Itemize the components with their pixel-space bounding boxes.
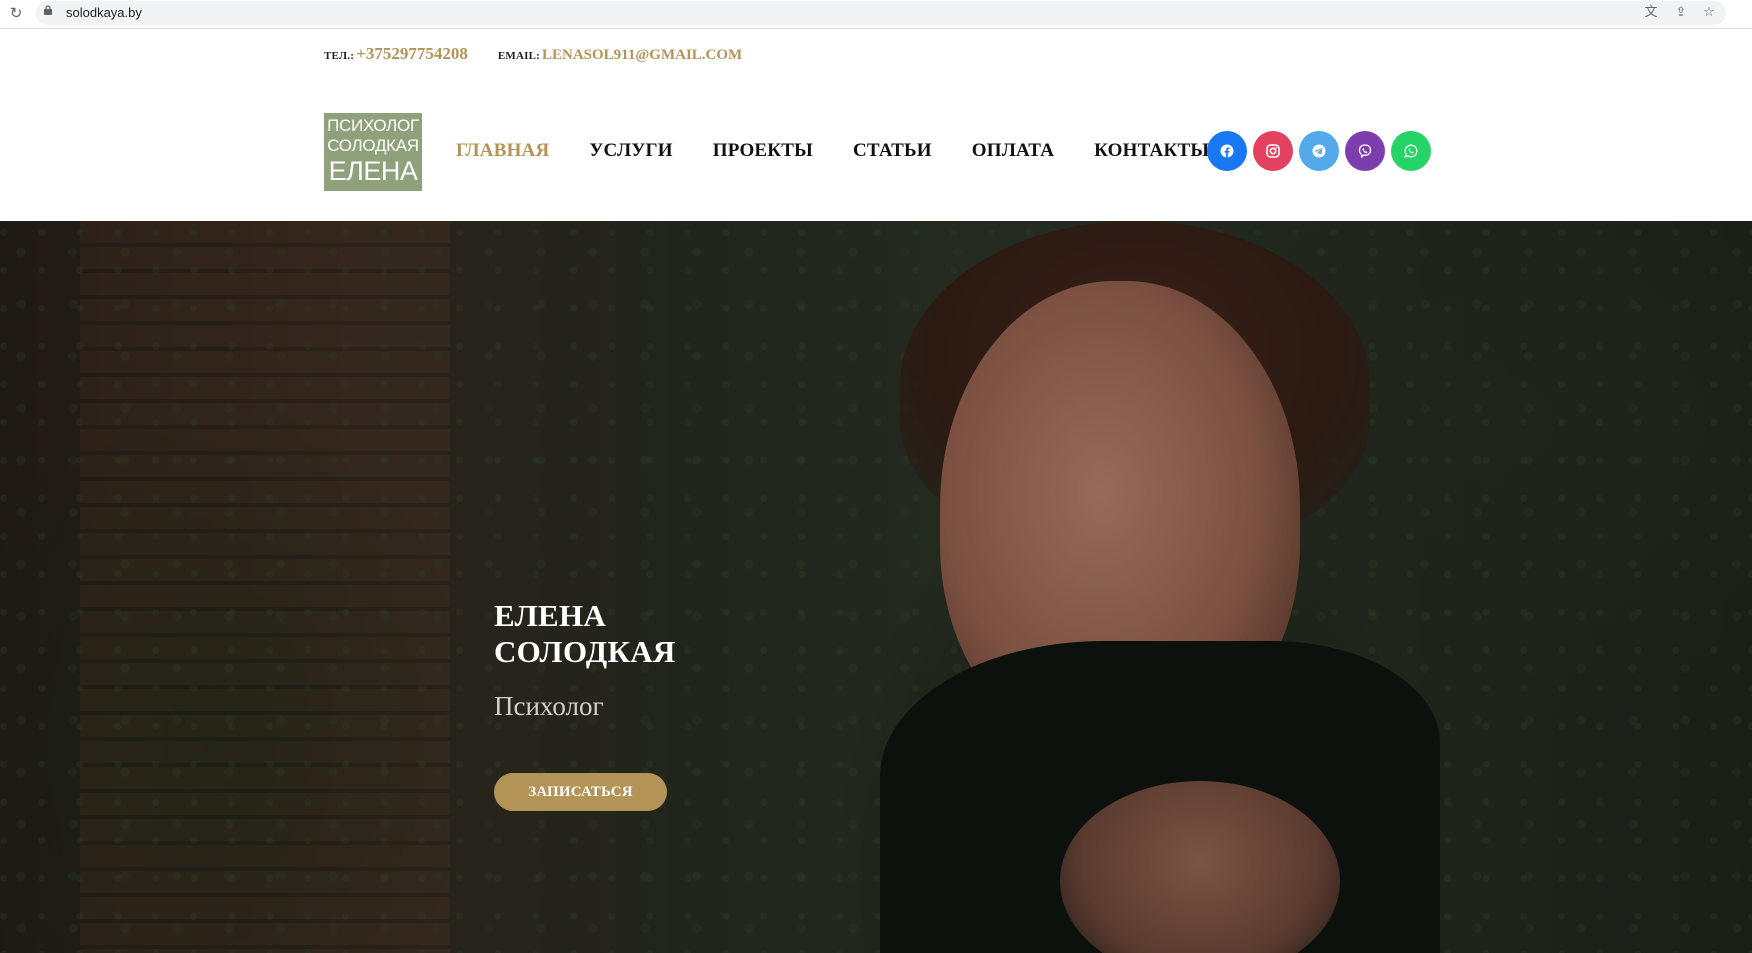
telegram-button[interactable] bbox=[1299, 131, 1339, 171]
main-nav: ГЛАВНАЯ УСЛУГИ ПРОЕКТЫ СТАТЬИ ОПЛАТА КОН… bbox=[456, 140, 1249, 162]
nav-item-articles[interactable]: СТАТЬИ bbox=[853, 140, 932, 162]
email-label: EMAIL: bbox=[497, 50, 540, 62]
logo-line-3: ЕЛЕНА bbox=[328, 156, 418, 186]
logo-line-2: СОЛОДКАЯ bbox=[327, 136, 419, 155]
viber-icon bbox=[1358, 144, 1372, 158]
share-icon[interactable]: ⇪ bbox=[1672, 4, 1690, 22]
nav-item-home[interactable]: ГЛАВНАЯ bbox=[456, 140, 549, 162]
telegram-icon bbox=[1312, 144, 1326, 158]
hero-title: ЕЛЕНА СОЛОДКАЯ bbox=[494, 598, 794, 670]
hero-title-line-1: ЕЛЕНА bbox=[494, 598, 607, 633]
phone-link[interactable]: +375297754208 bbox=[356, 44, 468, 64]
translate-icon[interactable]: 文 bbox=[1642, 4, 1660, 22]
phone-label: ТЕЛ.: bbox=[324, 50, 355, 62]
hero-overlay bbox=[0, 221, 1752, 953]
nav-item-payment[interactable]: ОПЛАТА bbox=[972, 140, 1054, 162]
lock-icon bbox=[44, 5, 52, 15]
book-appointment-button[interactable]: ЗАПИСАТЬСЯ bbox=[494, 773, 667, 811]
hero-section: ЕЛЕНА СОЛОДКАЯ Психолог ЗАПИСАТЬСЯ bbox=[0, 221, 1752, 953]
instagram-button[interactable] bbox=[1253, 131, 1293, 171]
whatsapp-icon bbox=[1404, 144, 1418, 158]
address-bar[interactable]: solodkaya.by 文 ⇪ ☆ bbox=[36, 1, 1726, 25]
bookmark-star-icon[interactable]: ☆ bbox=[1700, 4, 1718, 22]
nav-item-projects[interactable]: ПРОЕКТЫ bbox=[713, 140, 813, 162]
logo-line-1: ПСИХОЛОГ bbox=[327, 116, 419, 135]
hero-subtitle: Психолог bbox=[494, 691, 604, 721]
viber-button[interactable] bbox=[1345, 131, 1385, 171]
email-link[interactable]: LENASOL911@GMAIL.COM bbox=[542, 47, 742, 64]
reload-icon[interactable]: ↻ bbox=[6, 3, 26, 23]
nav-item-contacts[interactable]: КОНТАКТЫ bbox=[1094, 140, 1209, 162]
facebook-button[interactable] bbox=[1207, 131, 1247, 171]
whatsapp-button[interactable] bbox=[1391, 131, 1431, 171]
contact-line: ТЕЛ.: +375297754208 EMAIL: LENASOL911@GM… bbox=[324, 44, 742, 68]
browser-toolbar: ↻ solodkaya.by 文 ⇪ ☆ bbox=[0, 0, 1752, 29]
social-links bbox=[1207, 131, 1437, 171]
site-logo[interactable]: ПСИХОЛОГ СОЛОДКАЯ ЕЛЕНА bbox=[324, 113, 422, 191]
hero-title-line-2: СОЛОДКАЯ bbox=[494, 634, 676, 669]
url-text[interactable]: solodkaya.by bbox=[66, 5, 142, 20]
facebook-icon bbox=[1220, 144, 1234, 158]
instagram-icon bbox=[1266, 144, 1280, 158]
nav-item-services[interactable]: УСЛУГИ bbox=[589, 140, 672, 162]
